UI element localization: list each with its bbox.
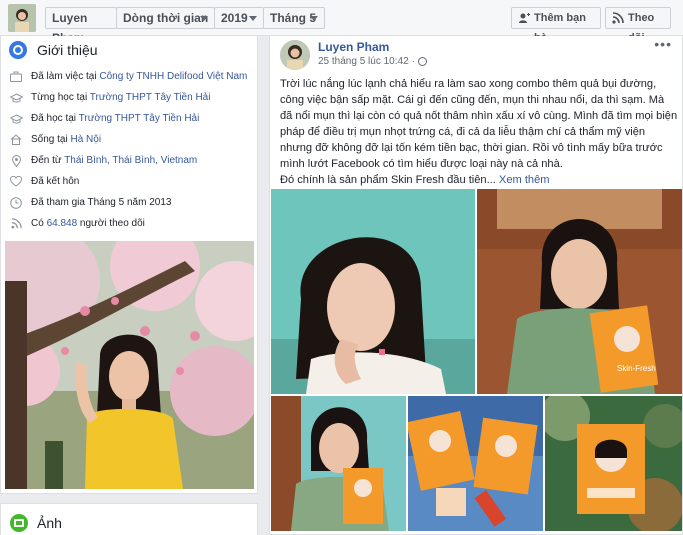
intro-item-school: Đã học tại Trường THPT Tây Tiền Hải <box>9 112 249 125</box>
post-photo-1[interactable] <box>271 189 475 394</box>
timeline-dropdown[interactable]: Dòng thời gian <box>116 7 215 29</box>
separator-dot: · <box>411 56 415 67</box>
post-author-name[interactable]: Luyen Pham <box>318 40 389 54</box>
graduation-cap-icon <box>9 91 23 104</box>
followers-link[interactable]: 64.848 <box>47 218 78 229</box>
location-pin-icon <box>9 154 23 167</box>
post-body-continued: Đó chính là sản phẩm Skin Fresh đầu tiên… <box>280 174 499 186</box>
intro-item-prefix: Đến từ <box>31 155 65 166</box>
intro-card: Giới thiệu Đã làm việc tại Công ty TNHH … <box>0 36 258 494</box>
globe-icon <box>9 41 27 59</box>
graduation-cap-icon <box>9 112 23 125</box>
intro-item-text: Có 64.848 người theo dõi <box>31 217 145 230</box>
year-dropdown[interactable]: 2019 <box>214 7 264 29</box>
intro-item-text: Đã tham gia Tháng 5 năm 2013 <box>31 197 172 208</box>
intro-item-text: Đã kết hôn <box>31 176 80 187</box>
intro-item-text: Đã làm việc tại Công ty TNHH Delifood Vi… <box>31 70 247 83</box>
intro-item-prefix: Sống tại <box>31 134 71 145</box>
add-friend-icon <box>519 13 530 23</box>
post-photo-2[interactable]: Skin-Fresh <box>477 189 682 394</box>
post-photo-3[interactable] <box>271 396 406 531</box>
post-meta: 25 tháng 5 lúc 10:42 · <box>318 56 427 67</box>
city-link[interactable]: Hà Nội <box>70 134 101 145</box>
see-more-link[interactable]: Xem thêm <box>499 174 550 186</box>
photos-title: Ảnh <box>37 515 62 531</box>
school-link[interactable]: Trường THPT Tây Tiền Hải <box>90 92 211 103</box>
intro-item-joined: Đã tham gia Tháng 5 năm 2013 <box>9 196 249 209</box>
timeline-label: Dòng thời gian <box>123 11 209 25</box>
globe-icon <box>417 57 427 66</box>
intro-item-prefix: Đã học tại <box>31 113 79 124</box>
more-options-icon[interactable]: ••• <box>654 36 672 52</box>
month-dropdown[interactable]: Tháng 5 <box>263 7 325 29</box>
photos-card[interactable]: Ảnh <box>0 503 258 535</box>
profile-name-button[interactable]: Luyen Pham <box>45 7 117 45</box>
intro-title: Giới thiệu <box>37 42 98 58</box>
intro-item-prefix: Có <box>31 218 47 229</box>
chevron-down-icon <box>310 16 318 21</box>
intro-header: Giới thiệu <box>9 40 98 60</box>
post-photo-5[interactable] <box>545 396 682 531</box>
rss-icon <box>612 12 624 24</box>
profile-thumbnail[interactable] <box>8 4 36 32</box>
intro-item-prefix: Đã làm việc tại <box>31 71 100 82</box>
post-author-avatar[interactable] <box>280 40 310 70</box>
intro-item-lives: Sống tại Hà Nội <box>9 133 249 146</box>
post-body: Trời lúc nắng lúc lạnh chả hiểu ra làm s… <box>280 78 678 170</box>
featured-photo[interactable] <box>5 241 254 489</box>
photo-icon <box>10 514 28 532</box>
intro-item-followers: Có 64.848 người theo dõi <box>9 217 249 230</box>
post-card: Luyen Pham 25 tháng 5 lúc 10:42 · ••• Tr… <box>269 36 683 535</box>
intro-item-relationship: Đã kết hôn <box>9 175 249 188</box>
clock-icon <box>9 196 23 209</box>
intro-info-list: Đã làm việc tại Công ty TNHH Delifood Vi… <box>9 70 249 238</box>
heart-icon <box>9 175 23 188</box>
post-timestamp[interactable]: 25 tháng 5 lúc 10:42 <box>318 56 409 67</box>
intro-item-work: Đã làm việc tại Công ty TNHH Delifood Vi… <box>9 70 249 83</box>
workplace-link[interactable]: Công ty TNHH Delifood Việt Nam <box>99 71 247 82</box>
intro-item-prefix: Từng học tại <box>31 92 90 103</box>
post-photo-4[interactable] <box>408 396 543 531</box>
rss-icon <box>9 217 23 230</box>
intro-item-from: Đến từ Thái Bình, Thái Bình, Vietnam <box>9 154 249 167</box>
intro-item-text: Đã học tại Trường THPT Tây Tiền Hải <box>31 112 199 125</box>
chevron-down-icon <box>200 16 208 21</box>
add-friend-button[interactable]: Thêm bạn bè <box>511 7 601 44</box>
school-link[interactable]: Trường THPT Tây Tiền Hải <box>79 113 200 124</box>
follow-button[interactable]: Theo dõi <box>605 7 671 44</box>
timeline-nav-bar: Luyen Pham Dòng thời gian 2019 Tháng 5 T… <box>0 0 683 45</box>
product-label: Skin-Fresh <box>617 364 656 373</box>
intro-item-text: Đến từ Thái Bình, Thái Bình, Vietnam <box>31 154 197 167</box>
intro-item-text: Sống tại Hà Nội <box>31 133 101 146</box>
home-icon <box>9 133 23 146</box>
year-label: 2019 <box>221 11 248 25</box>
intro-item-text: Từng học tại Trường THPT Tây Tiền Hải <box>31 91 210 104</box>
intro-item-suffix: người theo dõi <box>77 218 145 229</box>
chevron-down-icon <box>249 16 257 21</box>
intro-item-school: Từng học tại Trường THPT Tây Tiền Hải <box>9 91 249 104</box>
hometown-link[interactable]: Thái Bình, Thái Bình, Vietnam <box>64 155 197 166</box>
briefcase-icon <box>9 70 23 83</box>
post-text: Trời lúc nắng lúc lạnh chả hiểu ra làm s… <box>280 76 678 188</box>
